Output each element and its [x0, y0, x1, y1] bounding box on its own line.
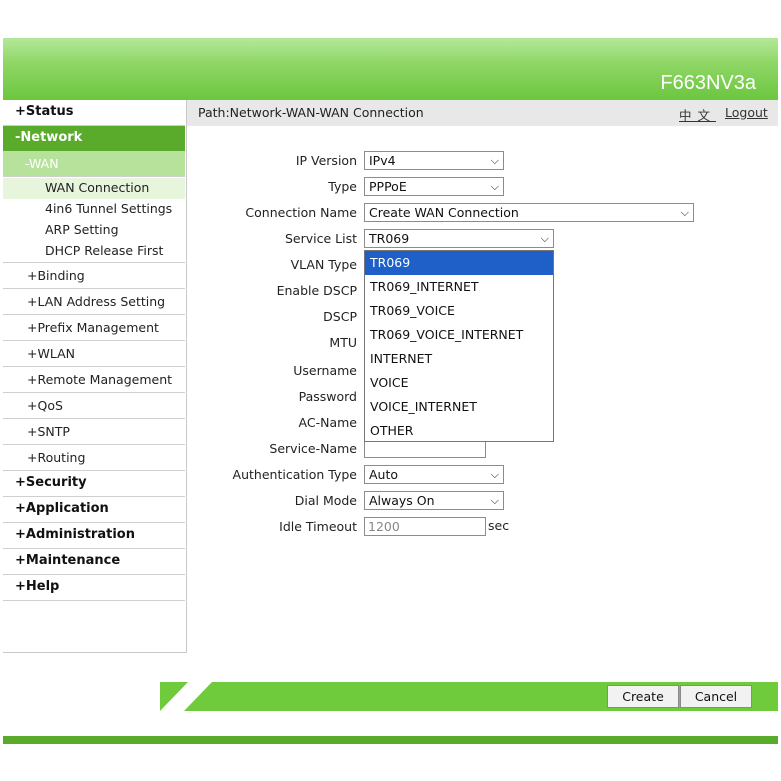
option-voice-internet[interactable]: VOICE_INTERNET: [365, 395, 553, 419]
nav-wlan[interactable]: +WLAN: [3, 341, 185, 367]
dial-mode-value: Always On: [369, 493, 435, 508]
router-admin-frame: F663NV3a +Status -Network -WAN WAN Conne…: [3, 38, 778, 744]
nav-binding[interactable]: +Binding: [3, 263, 185, 289]
nav-network[interactable]: -Network: [3, 126, 185, 152]
chevron-down-icon: ⌵: [490, 494, 499, 507]
idle-timeout-input[interactable]: 1200: [364, 517, 486, 536]
nav-sntp[interactable]: +SNTP: [3, 419, 185, 445]
type-label: Type: [328, 179, 357, 194]
nav-application[interactable]: +Application: [3, 497, 185, 523]
ip-version-select[interactable]: IPv4 ⌵: [364, 151, 504, 170]
type-select[interactable]: PPPoE ⌵: [364, 177, 504, 196]
type-value: PPPoE: [369, 179, 407, 194]
chevron-down-icon: ⌵: [490, 180, 499, 193]
option-voice[interactable]: VOICE: [365, 371, 553, 395]
nav-wan[interactable]: -WAN: [3, 152, 185, 177]
nav-dhcp-release[interactable]: DHCP Release First: [3, 241, 185, 263]
header-banner: F663NV3a: [3, 38, 778, 100]
option-other[interactable]: OTHER: [365, 419, 553, 443]
chevron-down-icon: ⌵: [490, 468, 499, 481]
nav-remote-management[interactable]: +Remote Management: [3, 367, 185, 393]
service-name-label: Service-Name: [269, 441, 357, 456]
nav-help[interactable]: +Help: [3, 575, 185, 601]
service-list-dropdown: TR069 TR069_INTERNET TR069_VOICE TR069_V…: [364, 250, 554, 442]
nav-wan-connection[interactable]: WAN Connection: [3, 178, 185, 199]
dial-mode-select[interactable]: Always On ⌵: [364, 491, 504, 510]
auth-type-value: Auto: [369, 467, 399, 482]
bottom-bar: [3, 736, 778, 744]
nav-4in6-tunnel[interactable]: 4in6 Tunnel Settings: [3, 199, 185, 220]
enable-dscp-label: Enable DSCP: [276, 283, 357, 298]
sidebar-nav: +Status -Network -WAN WAN Connection 4in…: [3, 100, 187, 653]
service-list-value: TR069: [369, 231, 410, 246]
chevron-down-icon: ⌵: [680, 206, 689, 219]
auth-type-label: Authentication Type: [232, 467, 357, 482]
nav-lan-address[interactable]: +LAN Address Setting: [3, 289, 185, 315]
option-internet[interactable]: INTERNET: [365, 347, 553, 371]
connection-name-select[interactable]: Create WAN Connection ⌵: [364, 203, 694, 222]
cancel-button[interactable]: Cancel: [680, 685, 752, 708]
service-list-label: Service List: [284, 231, 357, 246]
breadcrumb: Path:Network-WAN-WAN Connection: [198, 105, 424, 120]
auth-type-select[interactable]: Auto ⌵: [364, 465, 504, 484]
dscp-label: DSCP: [323, 309, 357, 324]
nav-status[interactable]: +Status: [3, 100, 185, 126]
nav-prefix-management[interactable]: +Prefix Management: [3, 315, 185, 341]
dial-mode-label: Dial Mode: [294, 493, 357, 508]
logout-link[interactable]: Logout: [725, 105, 768, 120]
option-tr069[interactable]: TR069: [365, 251, 553, 275]
connection-name-value: Create WAN Connection: [369, 205, 519, 220]
ip-version-label: IP Version: [295, 153, 357, 168]
nav-routing[interactable]: +Routing: [3, 445, 185, 471]
model-name: F663NV3a: [660, 72, 756, 94]
option-tr069-internet[interactable]: TR069_INTERNET: [365, 275, 553, 299]
mtu-label: MTU: [329, 335, 357, 350]
breadcrumb-bar: Path:Network-WAN-WAN Connection 中文 Logou…: [187, 100, 778, 126]
language-link[interactable]: 中文: [679, 105, 716, 124]
service-list-select[interactable]: TR069 ⌵: [364, 229, 554, 248]
nav-administration[interactable]: +Administration: [3, 523, 185, 549]
nav-security[interactable]: +Security: [3, 471, 185, 497]
vlan-type-label: VLAN Type: [290, 257, 357, 272]
nav-maintenance[interactable]: +Maintenance: [3, 549, 185, 575]
nav-qos[interactable]: +QoS: [3, 393, 185, 419]
chevron-down-icon: ⌵: [490, 154, 499, 167]
idle-timeout-label: Idle Timeout: [279, 519, 357, 534]
chevron-down-icon: ⌵: [540, 232, 549, 245]
option-tr069-voice-internet[interactable]: TR069_VOICE_INTERNET: [365, 323, 553, 347]
ac-name-label: AC-Name: [298, 415, 357, 430]
idle-timeout-unit: sec: [488, 518, 510, 533]
nav-arp-setting[interactable]: ARP Setting: [3, 220, 185, 241]
footer-stripe-decoration: [160, 682, 212, 711]
create-button[interactable]: Create: [607, 685, 679, 708]
username-label: Username: [293, 363, 357, 378]
connection-name-label: Connection Name: [245, 205, 357, 220]
ip-version-value: IPv4: [369, 153, 396, 168]
password-label: Password: [298, 389, 357, 404]
option-tr069-voice[interactable]: TR069_VOICE: [365, 299, 553, 323]
